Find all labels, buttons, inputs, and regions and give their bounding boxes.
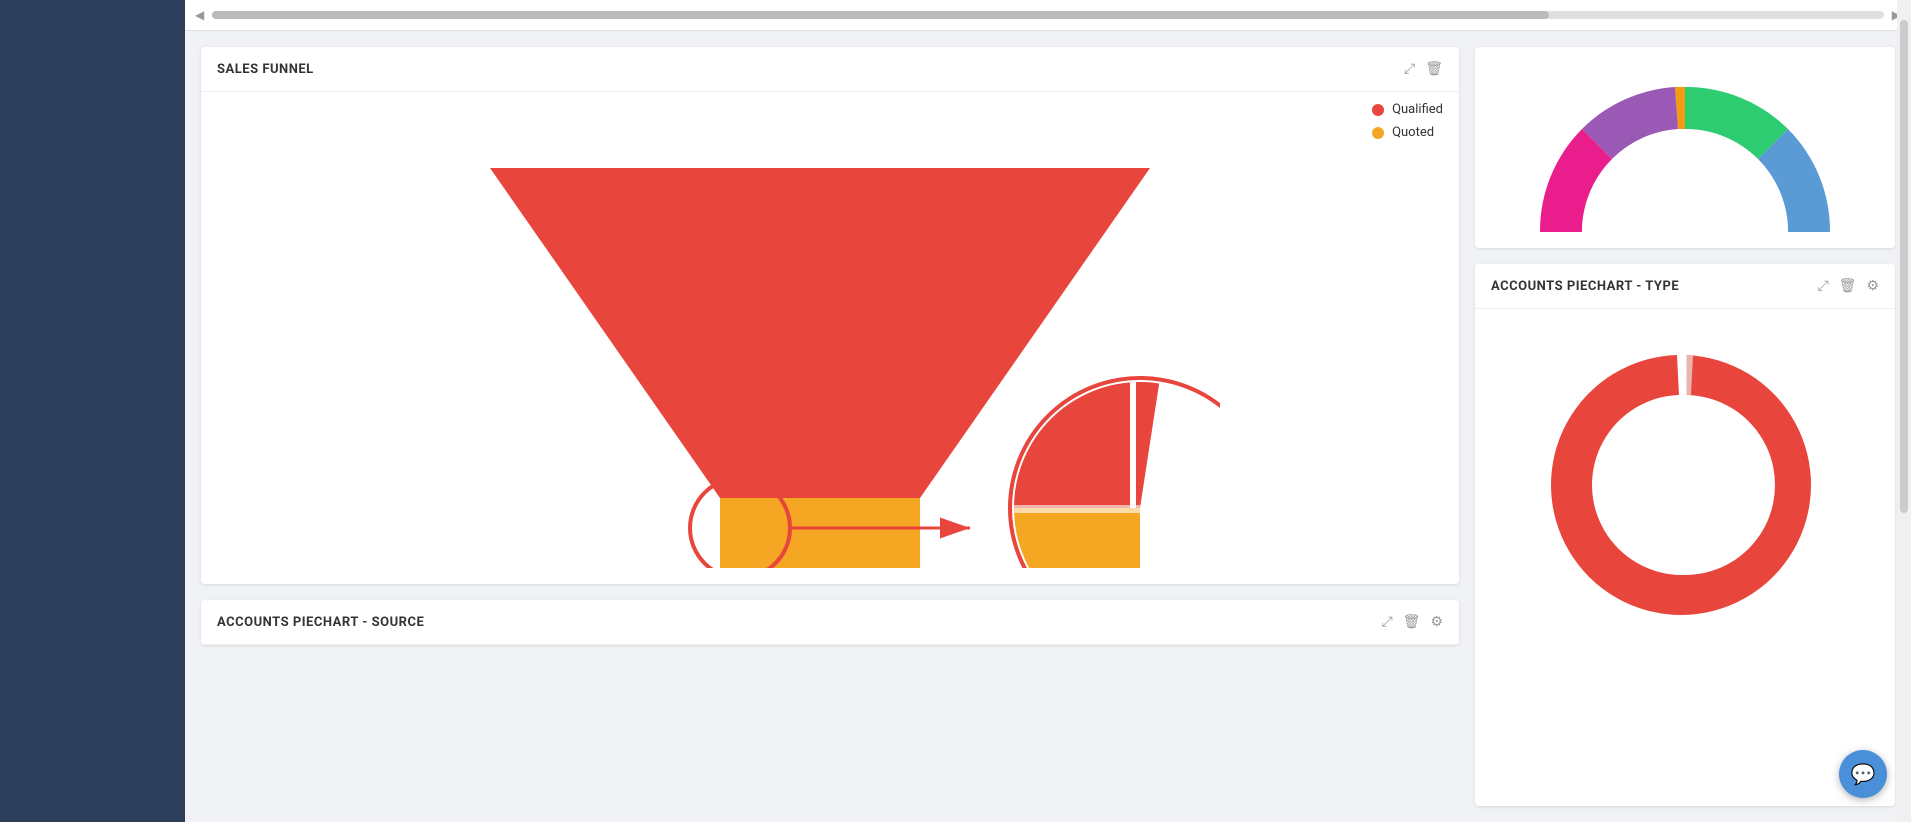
accounts-source-card: ACCOUNTS PIECHART - SOURCE ⤢ 🗑 ⚙ xyxy=(201,600,1459,645)
funnel-orange-rect xyxy=(720,498,920,568)
scroll-left-arrow[interactable]: ◀ xyxy=(195,8,204,22)
source-delete-icon[interactable]: 🗑 xyxy=(1403,614,1421,630)
funnel-legend: Qualified Quoted xyxy=(1372,102,1443,140)
legend-item-qualified: Qualified xyxy=(1372,102,1443,117)
source-settings-icon[interactable]: ⚙ xyxy=(1430,614,1443,630)
donut-top-svg xyxy=(1505,57,1865,232)
accounts-type-header: ACCOUNTS PIECHART - TYPE ⤢ 🗑 ⚙ xyxy=(1475,264,1895,309)
funnel-svg-container xyxy=(217,138,1443,568)
type-settings-icon[interactable]: ⚙ xyxy=(1866,278,1879,294)
sales-funnel-card: SALES FUNNEL ⤢ 🗑 Qualified xyxy=(201,47,1459,584)
type-donut-center xyxy=(1595,395,1775,575)
scroll-track xyxy=(212,11,1884,19)
piechart-type-svg xyxy=(1515,325,1855,645)
type-delete-icon[interactable]: 🗑 xyxy=(1839,278,1857,294)
zoom-content xyxy=(1010,378,1160,568)
quoted-dot xyxy=(1372,127,1384,139)
left-column: SALES FUNNEL ⤢ 🗑 Qualified xyxy=(201,47,1459,806)
delete-icon[interactable]: 🗑 xyxy=(1425,61,1443,77)
piechart-type-content xyxy=(1475,309,1895,661)
scrollbar-thumb-vertical xyxy=(1900,20,1908,513)
sales-funnel-content: Qualified Quoted xyxy=(201,92,1459,584)
donut-partial-card xyxy=(1475,47,1895,248)
chat-icon: 💬 xyxy=(1851,762,1876,786)
qualified-dot xyxy=(1372,104,1384,116)
accounts-source-actions: ⤢ 🗑 ⚙ xyxy=(1381,614,1443,630)
accounts-source-header: ACCOUNTS PIECHART - SOURCE ⤢ 🗑 ⚙ xyxy=(201,600,1459,645)
source-expand-icon[interactable]: ⤢ xyxy=(1381,614,1392,630)
horizontal-scrollbar: ◀ ▶ xyxy=(185,0,1911,31)
main-content: ◀ ▶ SALES FUNNEL ⤢ 🗑 xyxy=(185,0,1911,822)
accounts-type-actions: ⤢ 🗑 ⚙ xyxy=(1817,278,1879,294)
sales-funnel-header: SALES FUNNEL ⤢ 🗑 xyxy=(201,47,1459,92)
expand-icon[interactable]: ⤢ xyxy=(1404,61,1415,77)
panels-grid: SALES FUNNEL ⤢ 🗑 Qualified xyxy=(185,31,1911,822)
accounts-type-title: ACCOUNTS PIECHART - TYPE xyxy=(1491,279,1679,294)
page-scrollbar[interactable] xyxy=(1897,0,1911,822)
sales-funnel-title: SALES FUNNEL xyxy=(217,62,314,77)
sidebar xyxy=(0,0,185,822)
donut-partial-content xyxy=(1475,47,1895,248)
accounts-source-title: ACCOUNTS PIECHART - SOURCE xyxy=(217,615,424,630)
right-column: ACCOUNTS PIECHART - TYPE ⤢ 🗑 ⚙ xyxy=(1475,47,1895,806)
scroll-thumb xyxy=(212,11,1549,19)
qualified-label: Qualified xyxy=(1392,102,1443,117)
accounts-type-card: ACCOUNTS PIECHART - TYPE ⤢ 🗑 ⚙ xyxy=(1475,264,1895,806)
type-expand-icon[interactable]: ⤢ xyxy=(1817,278,1828,294)
sales-funnel-actions: ⤢ 🗑 xyxy=(1404,61,1443,77)
funnel-svg xyxy=(440,138,1220,568)
chat-button[interactable]: 💬 xyxy=(1839,750,1887,798)
